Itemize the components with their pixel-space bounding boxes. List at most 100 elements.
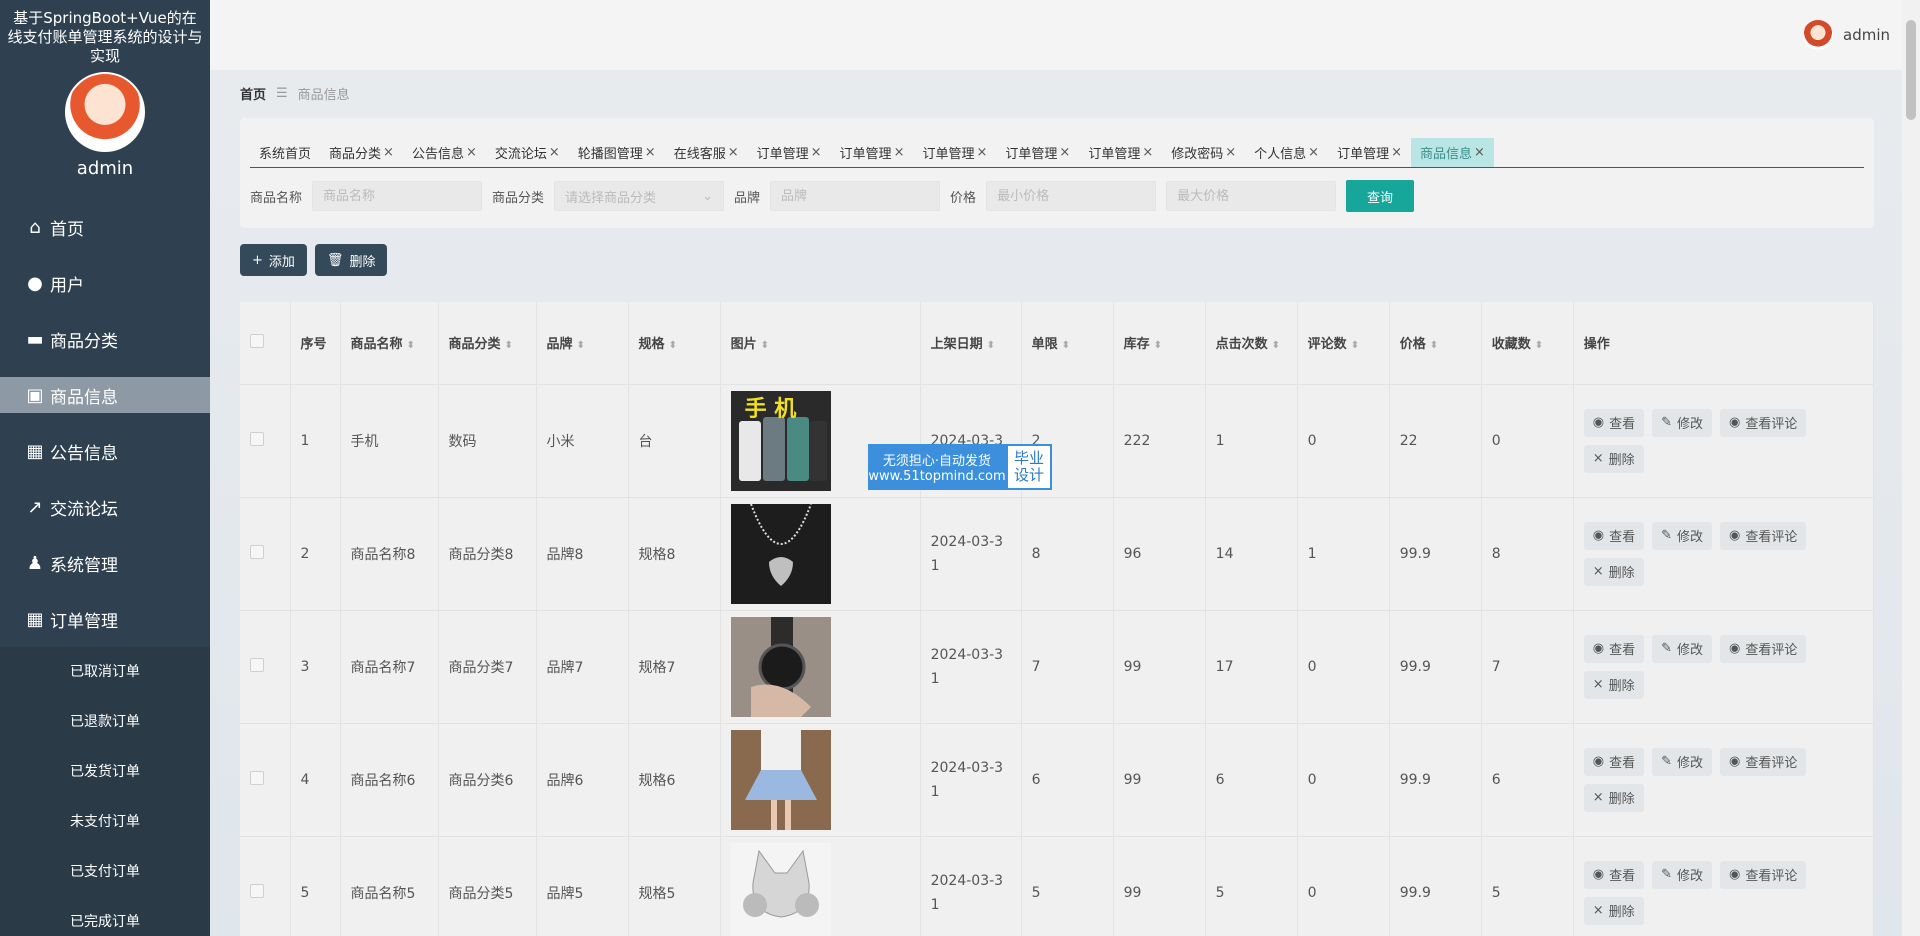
comments-button[interactable]: ◉ 查看评论	[1720, 634, 1807, 663]
header-avatar[interactable]	[1803, 20, 1833, 50]
sort-icon[interactable]: ⬍	[669, 340, 677, 351]
close-icon[interactable]: ×	[894, 145, 905, 160]
name-input[interactable]	[312, 181, 483, 211]
comments-button[interactable]: ◉ 查看评论	[1720, 408, 1807, 437]
sort-icon[interactable]: ⬍	[505, 340, 513, 351]
column-header-4[interactable]: 规格 ⬍	[628, 302, 721, 385]
breadcrumb-home[interactable]: 首页	[240, 84, 266, 103]
tab-11[interactable]: 修改密码 ×	[1162, 138, 1245, 167]
tab-7[interactable]: 订单管理 ×	[831, 138, 914, 167]
view-button[interactable]: ◉ 查看	[1583, 860, 1645, 889]
sidebar-item-5[interactable]: ↗ 交流论坛	[0, 479, 210, 535]
close-icon[interactable]: ×	[1142, 145, 1153, 160]
row-checkbox[interactable]	[250, 770, 264, 785]
column-header-11[interactable]: 价格 ⬍	[1389, 302, 1482, 385]
close-icon[interactable]: ×	[1059, 145, 1070, 160]
close-icon[interactable]: ×	[1391, 145, 1402, 160]
edit-button[interactable]: ✎ 修改	[1652, 860, 1712, 889]
row-checkbox[interactable]	[250, 657, 264, 672]
close-icon[interactable]: ×	[1225, 145, 1236, 160]
view-button[interactable]: ◉ 查看	[1583, 747, 1645, 776]
view-button[interactable]: ◉ 查看	[1583, 408, 1645, 437]
submenu-item-0[interactable]: 已取消订单	[0, 647, 210, 697]
submenu-item-4[interactable]: 已支付订单	[0, 847, 210, 897]
close-icon[interactable]: ×	[383, 145, 394, 160]
close-icon[interactable]: ×	[645, 145, 656, 160]
column-header-2[interactable]: 商品分类 ⬍	[438, 302, 537, 385]
comments-button[interactable]: ◉ 查看评论	[1720, 860, 1807, 889]
row-checkbox[interactable]	[250, 883, 264, 898]
scrollbar-thumb[interactable]	[1906, 20, 1916, 120]
sort-icon[interactable]: ⬍	[407, 340, 415, 351]
sort-icon[interactable]: ⬍	[1154, 340, 1162, 351]
edit-button[interactable]: ✎ 修改	[1652, 408, 1712, 437]
column-header-9[interactable]: 点击次数 ⬍	[1205, 302, 1298, 385]
view-button[interactable]: ◉ 查看	[1583, 634, 1645, 663]
column-header-12[interactable]: 收藏数 ⬍	[1481, 302, 1574, 385]
sort-icon[interactable]: ⬍	[577, 340, 585, 351]
submenu-item-3[interactable]: 未支付订单	[0, 797, 210, 847]
column-header-3[interactable]: 品牌 ⬍	[536, 302, 629, 385]
query-button[interactable]: 查询	[1346, 180, 1415, 212]
tab-8[interactable]: 订单管理 ×	[913, 138, 996, 167]
tab-14[interactable]: 商品信息 ×	[1411, 138, 1494, 167]
min-price-input[interactable]	[986, 181, 1157, 211]
delete-button[interactable]: 🗑 删除	[314, 244, 388, 276]
select-all-checkbox[interactable]	[250, 333, 264, 348]
header-username[interactable]: admin	[1843, 26, 1890, 44]
delete-button[interactable]: × 删除	[1583, 444, 1644, 473]
tab-2[interactable]: 公告信息 ×	[403, 138, 486, 167]
view-button[interactable]: ◉ 查看	[1583, 521, 1645, 550]
sidebar-item-3[interactable]: ▣ 商品信息	[0, 377, 210, 413]
row-checkbox[interactable]	[250, 544, 264, 559]
sort-icon[interactable]: ⬍	[1430, 340, 1438, 351]
submenu-item-2[interactable]: 已发货订单	[0, 747, 210, 797]
tab-3[interactable]: 交流论坛 ×	[486, 138, 569, 167]
submenu-item-1[interactable]: 已退款订单	[0, 697, 210, 747]
column-header-1[interactable]: 商品名称 ⬍	[340, 302, 439, 385]
row-checkbox[interactable]	[250, 431, 264, 446]
category-select[interactable]: 请选择商品分类 ⌄	[554, 181, 725, 211]
sidebar-item-2[interactable]: ▬ 商品分类	[0, 311, 210, 367]
sidebar-item-6[interactable]: ♟ 系统管理	[0, 535, 210, 591]
tab-12[interactable]: 个人信息 ×	[1245, 138, 1328, 167]
edit-button[interactable]: ✎ 修改	[1652, 634, 1712, 663]
max-price-input[interactable]	[1166, 181, 1337, 211]
tab-0[interactable]: 系统首页	[250, 138, 320, 167]
close-icon[interactable]: ×	[728, 145, 739, 160]
tab-4[interactable]: 轮播图管理 ×	[569, 138, 665, 167]
tab-6[interactable]: 订单管理 ×	[748, 138, 831, 167]
close-icon[interactable]: ×	[1308, 145, 1319, 160]
sidebar-item-7[interactable]: ▦ 订单管理	[0, 591, 210, 647]
delete-button[interactable]: × 删除	[1583, 896, 1644, 925]
tab-10[interactable]: 订单管理 ×	[1079, 138, 1162, 167]
column-header-10[interactable]: 评论数 ⬍	[1297, 302, 1390, 385]
sidebar-item-1[interactable]: ● 用户	[0, 255, 210, 311]
scrollbar[interactable]	[1902, 0, 1920, 936]
sort-icon[interactable]: ⬍	[1272, 340, 1280, 351]
sidebar-item-4[interactable]: ▦ 公告信息	[0, 423, 210, 479]
column-header-8[interactable]: 库存 ⬍	[1113, 302, 1206, 385]
tab-9[interactable]: 订单管理 ×	[996, 138, 1079, 167]
tab-1[interactable]: 商品分类 ×	[320, 138, 403, 167]
sort-icon[interactable]: ⬍	[1062, 340, 1070, 351]
edit-button[interactable]: ✎ 修改	[1652, 747, 1712, 776]
column-header-7[interactable]: 单限 ⬍	[1021, 302, 1114, 385]
column-header-5[interactable]: 图片 ⬍	[720, 302, 921, 385]
sort-icon[interactable]: ⬍	[1351, 340, 1359, 351]
close-icon[interactable]: ×	[466, 145, 477, 160]
edit-button[interactable]: ✎ 修改	[1652, 521, 1712, 550]
close-icon[interactable]: ×	[976, 145, 987, 160]
comments-button[interactable]: ◉ 查看评论	[1720, 747, 1807, 776]
sidebar-item-0[interactable]: ⌂ 首页	[0, 199, 210, 255]
delete-button[interactable]: × 删除	[1583, 670, 1644, 699]
close-icon[interactable]: ×	[549, 145, 560, 160]
delete-button[interactable]: × 删除	[1583, 783, 1644, 812]
tab-13[interactable]: 订单管理 ×	[1328, 138, 1411, 167]
brand-input[interactable]	[770, 181, 941, 211]
add-button[interactable]: + 添加	[240, 244, 307, 276]
sort-icon[interactable]: ⬍	[1535, 340, 1543, 351]
sort-icon[interactable]: ⬍	[761, 340, 769, 351]
tab-5[interactable]: 在线客服 ×	[665, 138, 748, 167]
column-header-6[interactable]: 上架日期 ⬍	[920, 302, 1022, 385]
